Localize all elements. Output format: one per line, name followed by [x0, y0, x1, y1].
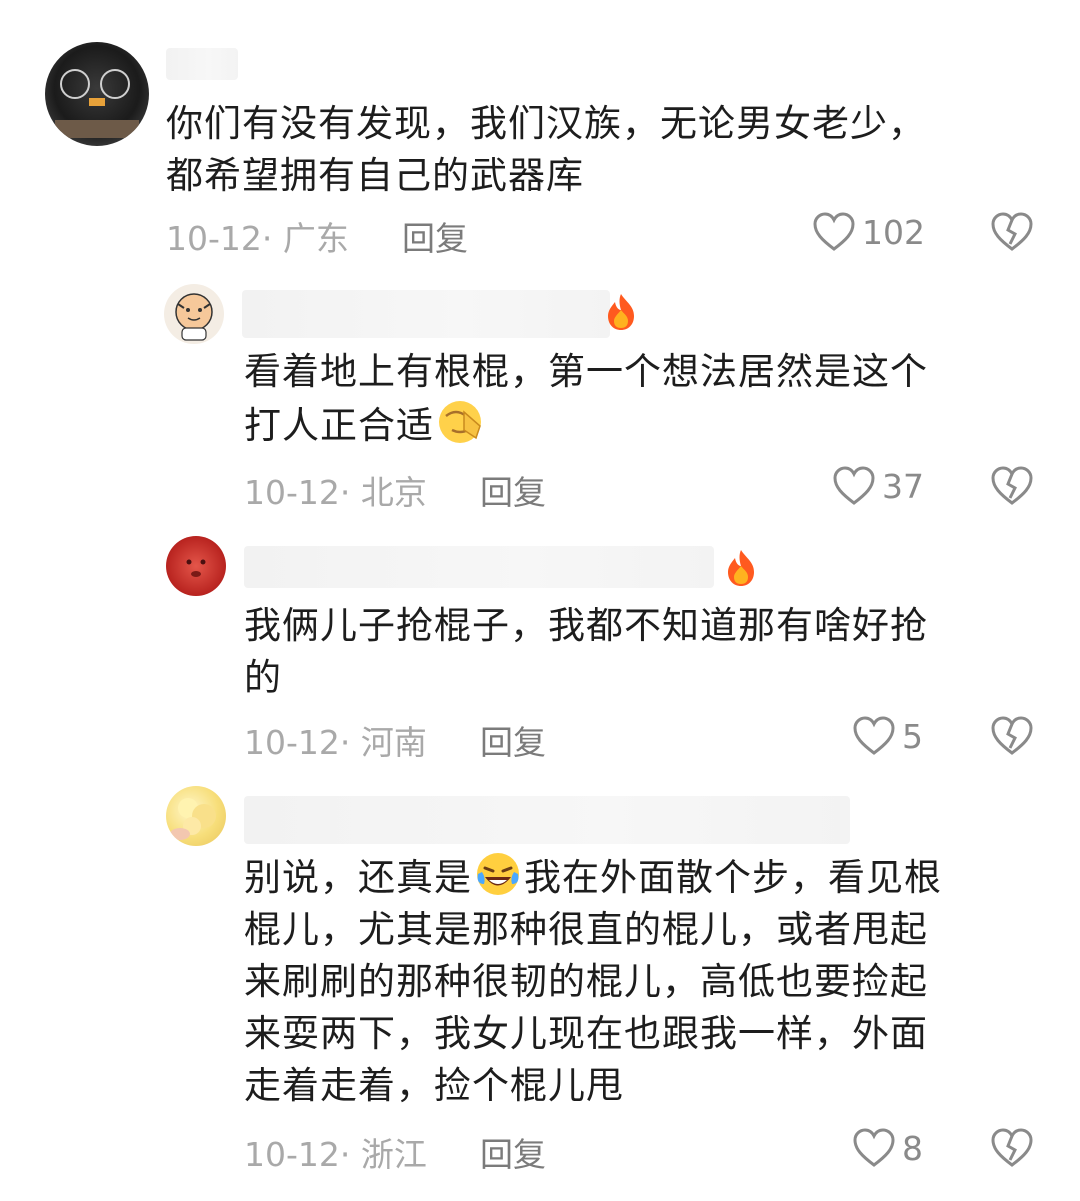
- comment-line: 来刷刷的那种很韧的棍儿，高低也要捡起: [244, 960, 928, 1003]
- heart-icon: [853, 1128, 895, 1167]
- comment-text: 看着地上有根棍，第一个想法居然是这个 打人正合适: [244, 346, 928, 452]
- dislike-button[interactable]: [990, 466, 1034, 506]
- reply-button[interactable]: 回复: [480, 716, 546, 764]
- date-location: 10-12· 浙江: [244, 1135, 427, 1174]
- heart-icon: [813, 212, 855, 251]
- like-button[interactable]: 102: [812, 212, 925, 252]
- like-count: 5: [902, 716, 923, 756]
- like-button[interactable]: 37: [832, 466, 924, 506]
- flower-photo-icon: [170, 798, 216, 840]
- broken-heart-icon: [991, 716, 1033, 755]
- facepalm-emoji-icon: [439, 401, 481, 443]
- username-blurred[interactable]: [244, 796, 850, 844]
- date-location: 10-12· 河南: [244, 723, 427, 762]
- laughing-tears-emoji-icon: [477, 853, 519, 895]
- reply-button[interactable]: 回复: [402, 212, 468, 260]
- dashboard-image-icon: [55, 69, 139, 138]
- like-button[interactable]: 5: [852, 716, 923, 756]
- comment-line: 别说，还真是: [244, 856, 472, 899]
- comment-line: 都希望拥有自己的武器库: [166, 154, 584, 197]
- comment-line: 走着走着，捡个棍儿甩: [244, 1064, 624, 1107]
- username-blurred[interactable]: [166, 48, 238, 80]
- baby-face-icon: [186, 559, 206, 577]
- comment-text: 别说，还真是 我在外面散个步，看见根 棍儿，尤其是那种很直的棍儿，或者甩起 来刷…: [244, 850, 942, 1112]
- heart-icon: [853, 716, 895, 755]
- username-blurred[interactable]: [242, 290, 610, 338]
- comment-text: 你们有没有发现，我们汉族，无论男女老少， 都希望拥有自己的武器库: [166, 98, 926, 202]
- fire-icon: [608, 294, 634, 330]
- dislike-button[interactable]: [990, 1128, 1034, 1168]
- avatar[interactable]: [45, 42, 149, 146]
- heart-icon: [833, 466, 875, 505]
- broken-heart-icon: [991, 466, 1033, 505]
- comment-line: 看着地上有根棍，第一个想法居然是这个: [244, 350, 928, 393]
- fire-icon: [728, 550, 754, 586]
- avatar[interactable]: [166, 536, 226, 596]
- dislike-button[interactable]: [990, 212, 1034, 252]
- comment-line: 我在外面散个步，看见根: [524, 856, 942, 899]
- comment-line: 的: [244, 656, 282, 699]
- comment-line: 我俩儿子抢棍子，我都不知道那有啥好抢: [244, 604, 928, 647]
- reply-button[interactable]: 回复: [480, 1128, 546, 1176]
- comment-line: 棍儿，尤其是那种很直的棍儿，或者甩起: [244, 908, 928, 951]
- avatar[interactable]: [164, 284, 224, 344]
- broken-heart-icon: [991, 1128, 1033, 1167]
- tiger-cartoon-icon: [175, 293, 213, 341]
- like-count: 102: [862, 212, 925, 252]
- avatar[interactable]: [166, 786, 226, 846]
- comment-line: 打人正合适: [244, 404, 434, 447]
- username-blurred[interactable]: [244, 546, 714, 588]
- dislike-button[interactable]: [990, 716, 1034, 756]
- broken-heart-icon: [991, 212, 1033, 251]
- comment-line: 你们有没有发现，我们汉族，无论男女老少，: [166, 102, 926, 145]
- like-button[interactable]: 8: [852, 1128, 923, 1168]
- like-count: 37: [882, 466, 924, 506]
- date-location: 10-12· 北京: [244, 473, 427, 512]
- like-count: 8: [902, 1128, 923, 1168]
- comment-line: 来耍两下，我女儿现在也跟我一样，外面: [244, 1012, 928, 1055]
- date-location: 10-12· 广东: [166, 219, 349, 258]
- reply-button[interactable]: 回复: [480, 466, 546, 514]
- comment-text: 我俩儿子抢棍子，我都不知道那有啥好抢 的: [244, 600, 928, 704]
